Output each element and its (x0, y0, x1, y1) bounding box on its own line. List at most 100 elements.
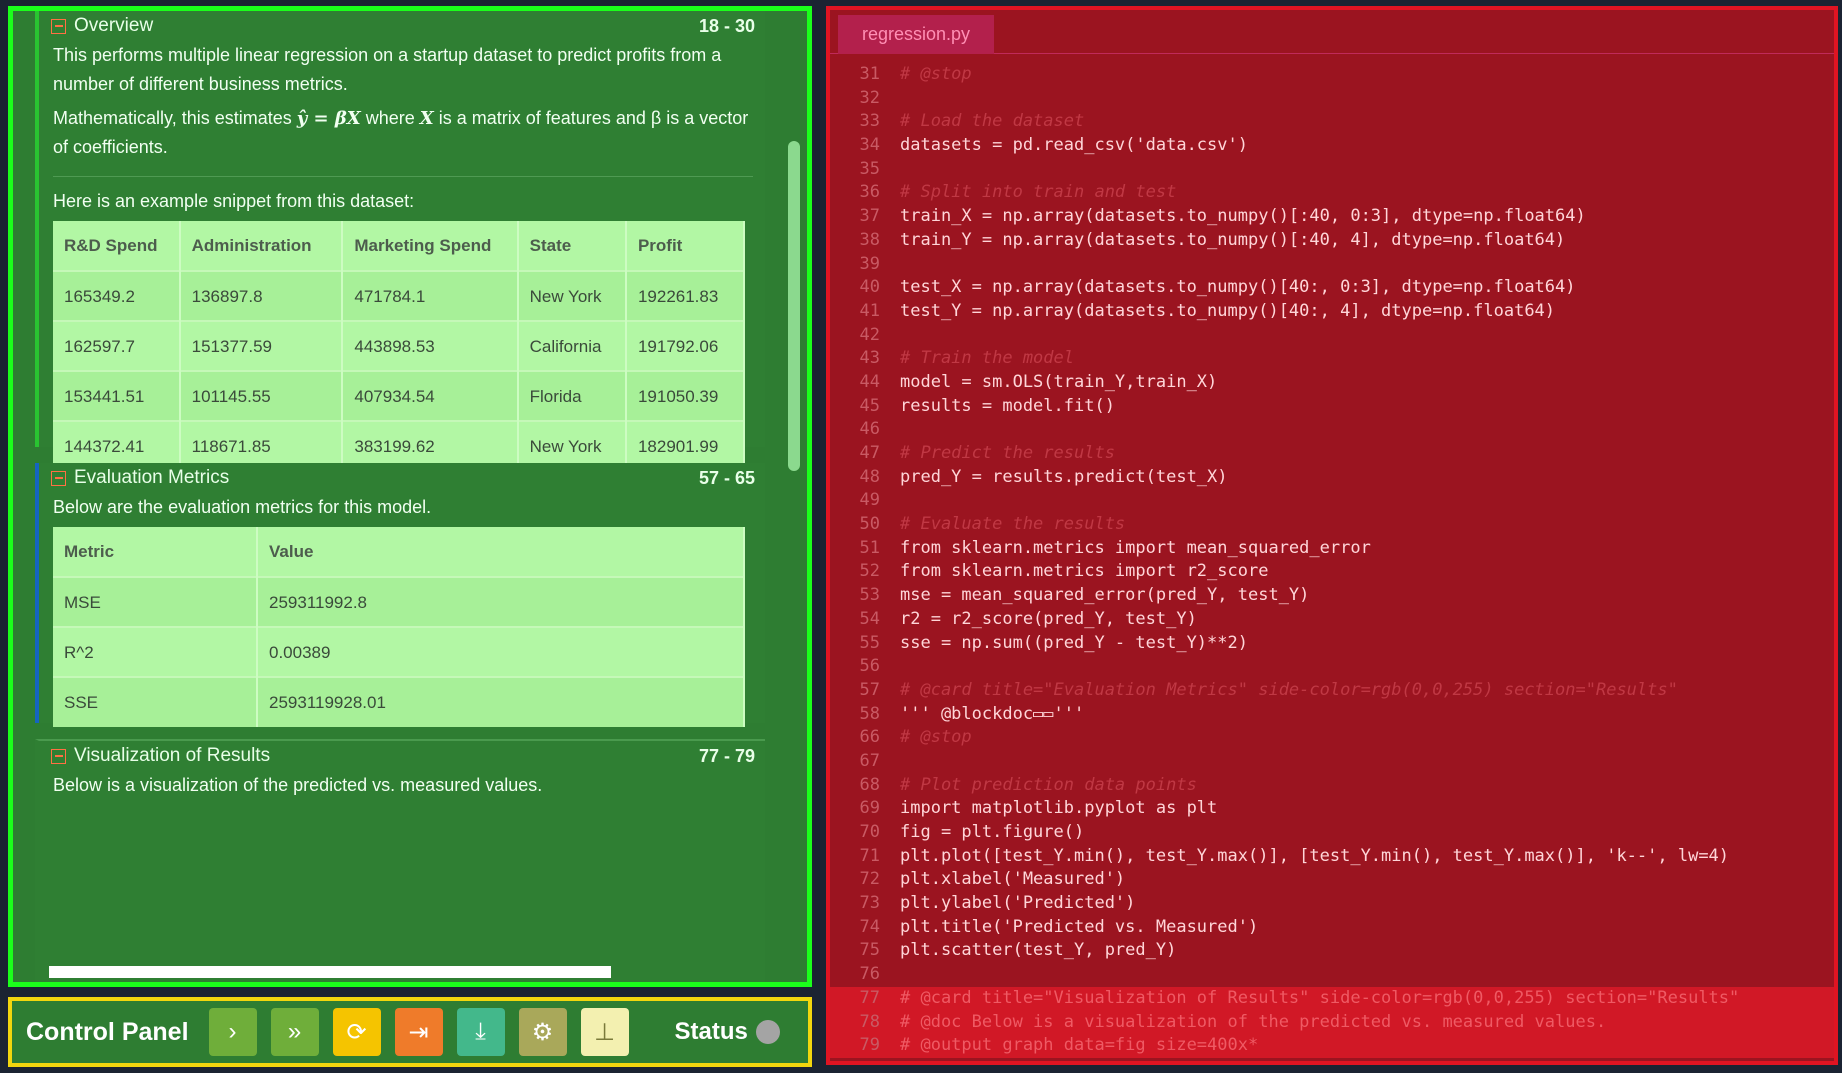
card-title: Visualization of Results (74, 745, 271, 766)
table-cell: 2593119928.01 (257, 676, 745, 727)
visualization-card-header[interactable]: Visualization of Results 77 - 79 (39, 741, 765, 771)
divider (53, 176, 753, 177)
code-line[interactable]: 41 test_Y = np.array(datasets.to_numpy()[… (830, 300, 1834, 324)
code-text: sse = np.sum((pred_Y - test_Y)**2) (900, 632, 1248, 653)
code-line[interactable]: 50 # Evaluate the results (830, 513, 1834, 537)
line-number: 42 (859, 324, 880, 345)
table-cell: 407934.54 (342, 370, 519, 421)
logout-icon: ⇥ (408, 1018, 429, 1046)
line-number: 36 (859, 182, 880, 203)
table-cell: 191050.39 (625, 370, 746, 421)
overview-math-description: Mathematically, this estimates ŷ = βX wh… (53, 108, 749, 157)
code-line[interactable]: 67 (830, 750, 1834, 774)
code-line[interactable]: 66 # @stop (830, 726, 1834, 750)
download-button[interactable]: ⤓ (456, 1008, 505, 1056)
run-next-button[interactable]: › (208, 1008, 257, 1056)
line-number: 51 (859, 537, 880, 558)
code-line[interactable]: 58 ''' @blockdoc▭▭''' (830, 703, 1834, 727)
math-variable: X (419, 108, 434, 129)
code-line[interactable]: 68 # Plot prediction data points (830, 774, 1834, 798)
line-number: 69 (859, 798, 880, 819)
code-line[interactable]: 73 plt.ylabel('Predicted') (830, 892, 1834, 916)
code-line[interactable]: 45 results = model.fit() (830, 395, 1834, 419)
run-all-button[interactable]: » (270, 1008, 319, 1056)
table-cell: 191792.06 (625, 320, 746, 371)
code-line[interactable]: 72 plt.xlabel('Measured') (830, 868, 1834, 892)
code-line[interactable]: 51 from sklearn.metrics import mean_squar… (830, 537, 1834, 561)
collapse-icon[interactable] (51, 18, 66, 34)
code-line[interactable]: 57 # @card title="Evaluation Metrics" sid… (830, 679, 1834, 703)
code-line[interactable]: 70 fig = plt.figure() (830, 821, 1834, 845)
code-line[interactable]: 32 (830, 87, 1834, 111)
table-cell: 165349.2 (53, 270, 181, 321)
code-text: # Split into train and test (900, 182, 1177, 203)
code-line[interactable]: 54 r2 = r2_score(pred_Y, test_Y) (830, 608, 1834, 632)
code-line[interactable]: 78 # @doc Below is a visualization of the… (830, 1010, 1834, 1035)
code-line[interactable]: 76 (830, 963, 1834, 987)
code-line[interactable]: 48 pred_Y = results.predict(test_X) (830, 466, 1834, 490)
code-line[interactable]: 37 train_X = np.array(datasets.to_numpy()… (830, 205, 1834, 229)
code-area[interactable]: 31 # @stop 32 33 # Load the dataset 34 dataset… (830, 63, 1834, 1061)
table-row: MSE 259311992.8 (53, 576, 745, 627)
code-line[interactable]: 31 # @stop (830, 63, 1834, 87)
code-line[interactable]: 39 (830, 253, 1834, 277)
line-number: 53 (859, 585, 880, 606)
code-line[interactable]: 69 import matplotlib.pyplot as plt (830, 797, 1834, 821)
evaluation-metrics-card: Evaluation Metrics 57 - 65 Below are the… (35, 463, 765, 727)
code-line[interactable]: 40 test_X = np.array(datasets.to_numpy()[… (830, 276, 1834, 300)
metrics-card-header[interactable]: Evaluation Metrics 57 - 65 (39, 463, 765, 493)
table-cell: 259311992.8 (257, 576, 745, 627)
code-line[interactable]: 47 # Predict the results (830, 442, 1834, 466)
code-editor[interactable]: regression.py 31 # @stop 32 33 # Load the da… (826, 6, 1838, 1065)
code-text: test_X = np.array(datasets.to_numpy()[40… (900, 277, 1576, 298)
table-cell: MSE (53, 576, 258, 627)
code-line[interactable]: 71 plt.plot([test_Y.min(), test_Y.max()],… (830, 845, 1834, 869)
code-line[interactable]: 52 from sklearn.metrics import r2_score (830, 560, 1834, 584)
code-line[interactable]: 74 plt.title('Predicted vs. Measured') (830, 916, 1834, 940)
graph-output-placeholder (49, 966, 611, 978)
export-button[interactable]: ⇥ (394, 1008, 443, 1056)
code-line[interactable]: 44 model = sm.OLS(train_Y,train_X) (830, 371, 1834, 395)
code-line[interactable]: 43 # Train the model (830, 347, 1834, 371)
tab-regression-py[interactable]: regression.py (838, 15, 994, 54)
code-line[interactable]: 42 (830, 324, 1834, 348)
code-line[interactable]: 56 (830, 655, 1834, 679)
table-cell: SSE (53, 676, 258, 727)
collapse-icon[interactable] (51, 748, 66, 764)
code-line[interactable]: 34 datasets = pd.read_csv('data.csv') (830, 134, 1834, 158)
table-cell: 192261.83 (625, 270, 746, 321)
status-label: Status (674, 1018, 748, 1045)
code-line[interactable]: 49 (830, 489, 1834, 513)
code-line[interactable]: 35 (830, 158, 1834, 182)
editor-tab-bar: regression.py (830, 10, 1834, 54)
table-cell: New York (517, 270, 627, 321)
code-text: plt.scatter(test_Y, pred_Y) (900, 940, 1177, 961)
code-line[interactable]: 46 (830, 418, 1834, 442)
code-text: # @card title="Evaluation Metrics" side-… (900, 679, 1678, 700)
code-line[interactable]: 38 train_Y = np.array(datasets.to_numpy()… (830, 229, 1834, 253)
line-number: 43 (859, 348, 880, 369)
code-line[interactable]: 79 # @output graph data=fig size=400x* (830, 1034, 1834, 1058)
collapse-icon[interactable] (51, 470, 66, 486)
code-line[interactable]: 80 (830, 1058, 1834, 1061)
code-line[interactable]: 53 mse = mean_squared_error(pred_Y, test_… (830, 584, 1834, 608)
code-line[interactable]: 36 # Split into train and test (830, 181, 1834, 205)
overview-card-header[interactable]: Overview 18 - 30 (39, 11, 765, 41)
card-title: Evaluation Metrics (74, 467, 230, 488)
control-panel: Control Panel › » ⟳ ⇥ ⤓ ⚙ ⊥ Status (8, 997, 812, 1067)
card-line-range: 57 - 65 (698, 467, 755, 488)
code-line[interactable]: 33 # Load the dataset (830, 110, 1834, 134)
control-panel-title: Control Panel (26, 1017, 189, 1046)
refresh-button[interactable]: ⟳ (332, 1008, 381, 1056)
hierarchy-button[interactable]: ⊥ (580, 1008, 629, 1056)
settings-button[interactable]: ⚙ (518, 1008, 567, 1056)
snippet-intro: Here is an example snippet from this dat… (53, 191, 415, 211)
dataset-snippet-table: R&D Spend Administration Marketing Spend St… (53, 221, 746, 471)
code-line[interactable]: 55 sse = np.sum((pred_Y - test_Y)**2) (830, 632, 1834, 656)
code-line[interactable]: 75 plt.scatter(test_Y, pred_Y) (830, 939, 1834, 963)
scrollbar-thumb[interactable] (788, 141, 800, 471)
code-line[interactable]: 77 # @card title="Visualization of Result… (830, 986, 1834, 1011)
